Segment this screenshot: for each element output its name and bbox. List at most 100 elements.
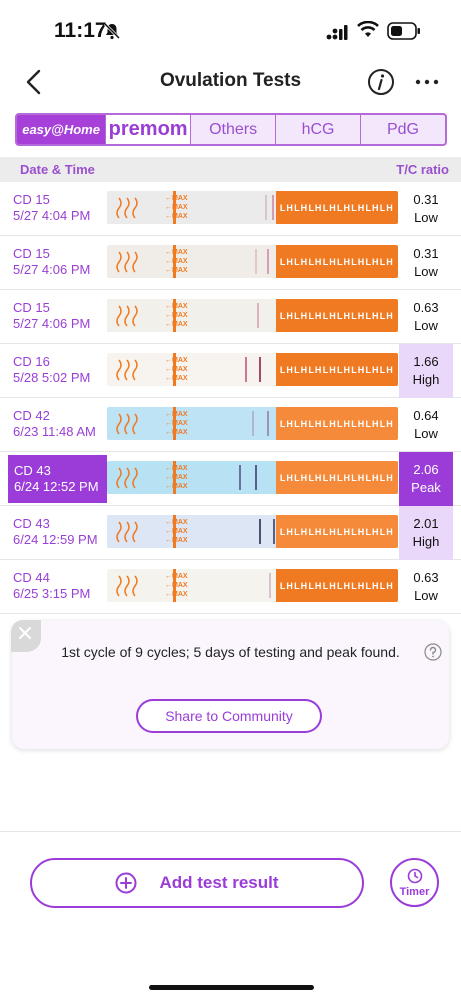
test-datetime-label: 6/23 11:48 AM [13,424,96,439]
cycle-day-label: CD 44 [13,570,50,585]
row-date-cell: CD 43 6/24 12:59 PM [0,506,107,560]
summary-card: 1st cycle of 9 cycles; 5 days of testing… [11,620,449,749]
share-to-community-button[interactable]: Share to Community [136,699,322,733]
home-indicator [149,985,314,990]
test-datetime-label: 5/28 5:02 PM [13,370,91,385]
tc-ratio-cell: 1.66 High [399,344,453,398]
cycle-day-label: CD 15 [13,246,50,261]
cell-signal-icon [326,25,348,40]
lh-level-label: Low [414,318,438,333]
tc-ratio-cell: 0.31 Low [399,182,453,236]
strip-wave-marks [116,305,138,327]
row-date-cell: CD 43 6/24 12:52 PM [8,455,107,503]
strip-wave-marks [116,359,138,381]
date-column-header: Date & Time [20,162,95,177]
test-datetime-label: 5/27 4:06 PM [13,262,91,277]
test-strip-image[interactable]: ←MAX ←MAX ←MAX LH LH LH LH LH LH LH LH [107,299,398,332]
strip-wave-marks [116,467,138,489]
status-bar: 11:17 [0,0,461,60]
tab-pdg[interactable]: PdG [361,115,445,144]
lh-level-label: Low [414,426,438,441]
tc-ratio-value: 0.63 [413,570,439,585]
timer-label: Timer [399,885,430,898]
lh-level-label: Low [414,588,438,603]
table-header: Date & Time T/C ratio [0,157,461,182]
test-result-row[interactable]: CD 44 6/25 3:15 PM ←MAX ←MAX ←MAX LH LH LH LH LH L… [0,560,461,614]
info-icon[interactable] [367,68,395,96]
row-date-cell: CD 44 6/25 3:15 PM [0,560,107,614]
test-strip-image[interactable]: ←MAX ←MAX ←MAX LH LH LH LH LH LH LH LH [107,353,398,386]
test-result-row[interactable]: CD 15 5/27 4:06 PM ←MAX ←MAX ←MAX LH LH LH LH LH L… [0,236,461,290]
strip-wave-marks [116,521,138,543]
wifi-icon [357,21,379,37]
tc-ratio-value: 0.31 [413,246,439,261]
tc-ratio-value: 2.06 [413,462,439,477]
test-strip-image[interactable]: ←MAX ←MAX ←MAX LH LH LH LH LH LH LH LH [107,515,398,548]
test-result-row[interactable]: CD 16 5/28 5:02 PM ←MAX ←MAX ←MAX LH LH LH LH LH L… [0,344,461,398]
test-datetime-label: 6/25 3:15 PM [13,586,91,601]
row-date-cell: CD 42 6/23 11:48 AM [0,398,107,452]
tab-others[interactable]: Others [191,115,277,144]
lh-level-label: Low [414,264,438,279]
test-strip-image[interactable]: ←MAX ←MAX ←MAX LH LH LH LH LH LH LH LH [107,245,398,278]
cycle-day-label: CD 43 [14,463,51,478]
strip-wave-marks [116,413,138,435]
tc-ratio-value: 0.31 [413,192,439,207]
test-strip-image[interactable]: ←MAX ←MAX ←MAX LH LH LH LH LH LH LH LH [107,569,398,602]
help-icon[interactable] [424,643,442,661]
lh-level-label: High [412,534,440,549]
test-strip-image[interactable]: ←MAX ←MAX ←MAX LH LH LH LH LH LH LH LH [107,191,398,224]
tab-premom[interactable]: premom [106,115,192,144]
test-datetime-label: 5/27 4:04 PM [13,208,91,223]
tc-ratio-cell: 2.06 Peak [399,452,453,506]
tc-ratio-value: 0.63 [413,300,439,315]
tc-ratio-cell: 0.63 Low [399,560,453,614]
row-date-cell: CD 15 5/27 4:06 PM [0,290,107,344]
test-datetime-label: 6/24 12:59 PM [13,532,98,547]
tc-ratio-cell: 0.64 Low [399,398,453,452]
strip-wave-marks [116,251,138,273]
cycle-day-label: CD 15 [13,192,50,207]
tc-ratio-value: 0.64 [413,408,439,423]
lh-level-label: Peak [411,480,441,495]
cycle-day-label: CD 42 [13,408,50,423]
row-date-cell: CD 16 5/28 5:02 PM [0,344,107,398]
test-result-row[interactable]: CD 15 5/27 4:04 PM ←MAX ←MAX ←MAX LH LH LH LH LH L… [0,182,461,236]
tab-easy-home[interactable]: easy@Home [17,115,107,144]
tc-ratio-value: 1.66 [413,354,439,369]
test-result-row[interactable]: CD 43 6/24 12:52 PM ←MAX ←MAX ←MAX LH LH LH LH LH… [0,452,461,506]
plus-circle-icon [115,872,137,894]
tc-ratio-value: 2.01 [413,516,439,531]
test-results-list: CD 15 5/27 4:04 PM ←MAX ←MAX ←MAX LH LH LH LH LH L… [0,182,461,614]
strip-wave-marks [116,197,138,219]
timer-button[interactable]: Timer [390,858,439,907]
battery-icon [387,22,420,40]
tab-hcg[interactable]: hCG [276,115,362,144]
test-strip-image[interactable]: ←MAX ←MAX ←MAX LH LH LH LH LH LH LH LH [107,461,398,494]
clock-icon [407,868,422,883]
add-test-result-label: Add test result [159,873,279,892]
row-date-cell: CD 15 5/27 4:06 PM [0,236,107,290]
add-test-result-button[interactable]: Add test result [30,858,364,908]
tc-ratio-cell: 2.01 High [399,506,453,560]
test-strip-image[interactable]: ←MAX ←MAX ←MAX LH LH LH LH LH LH LH LH [107,407,398,440]
strip-wave-marks [116,575,138,597]
cycle-summary-text: 1st cycle of 9 cycles; 5 days of testing… [61,644,400,660]
lh-level-label: High [412,372,440,387]
cycle-day-label: CD 15 [13,300,50,315]
test-result-row[interactable]: CD 42 6/23 11:48 AM ←MAX ←MAX ←MAX LH LH LH LH LH… [0,398,461,452]
cycle-day-label: CD 16 [13,354,50,369]
test-datetime-label: 6/24 12:52 PM [14,479,99,494]
tc-ratio-cell: 0.31 Low [399,236,453,290]
test-result-row[interactable]: CD 43 6/24 12:59 PM ←MAX ←MAX ←MAX LH LH LH LH LH… [0,506,461,560]
bell-muted-icon [103,22,121,40]
lh-level-label: Low [414,210,438,225]
tc-ratio-cell: 0.63 Low [399,290,453,344]
ratio-column-header: T/C ratio [396,162,449,177]
more-options-icon[interactable] [414,74,440,90]
row-date-cell: CD 15 5/27 4:04 PM [0,182,107,236]
test-datetime-label: 5/27 4:06 PM [13,316,91,331]
cycle-day-label: CD 43 [13,516,50,531]
test-result-row[interactable]: CD 15 5/27 4:06 PM ←MAX ←MAX ←MAX LH LH LH LH LH L… [0,290,461,344]
status-time: 11:17 [54,19,107,42]
